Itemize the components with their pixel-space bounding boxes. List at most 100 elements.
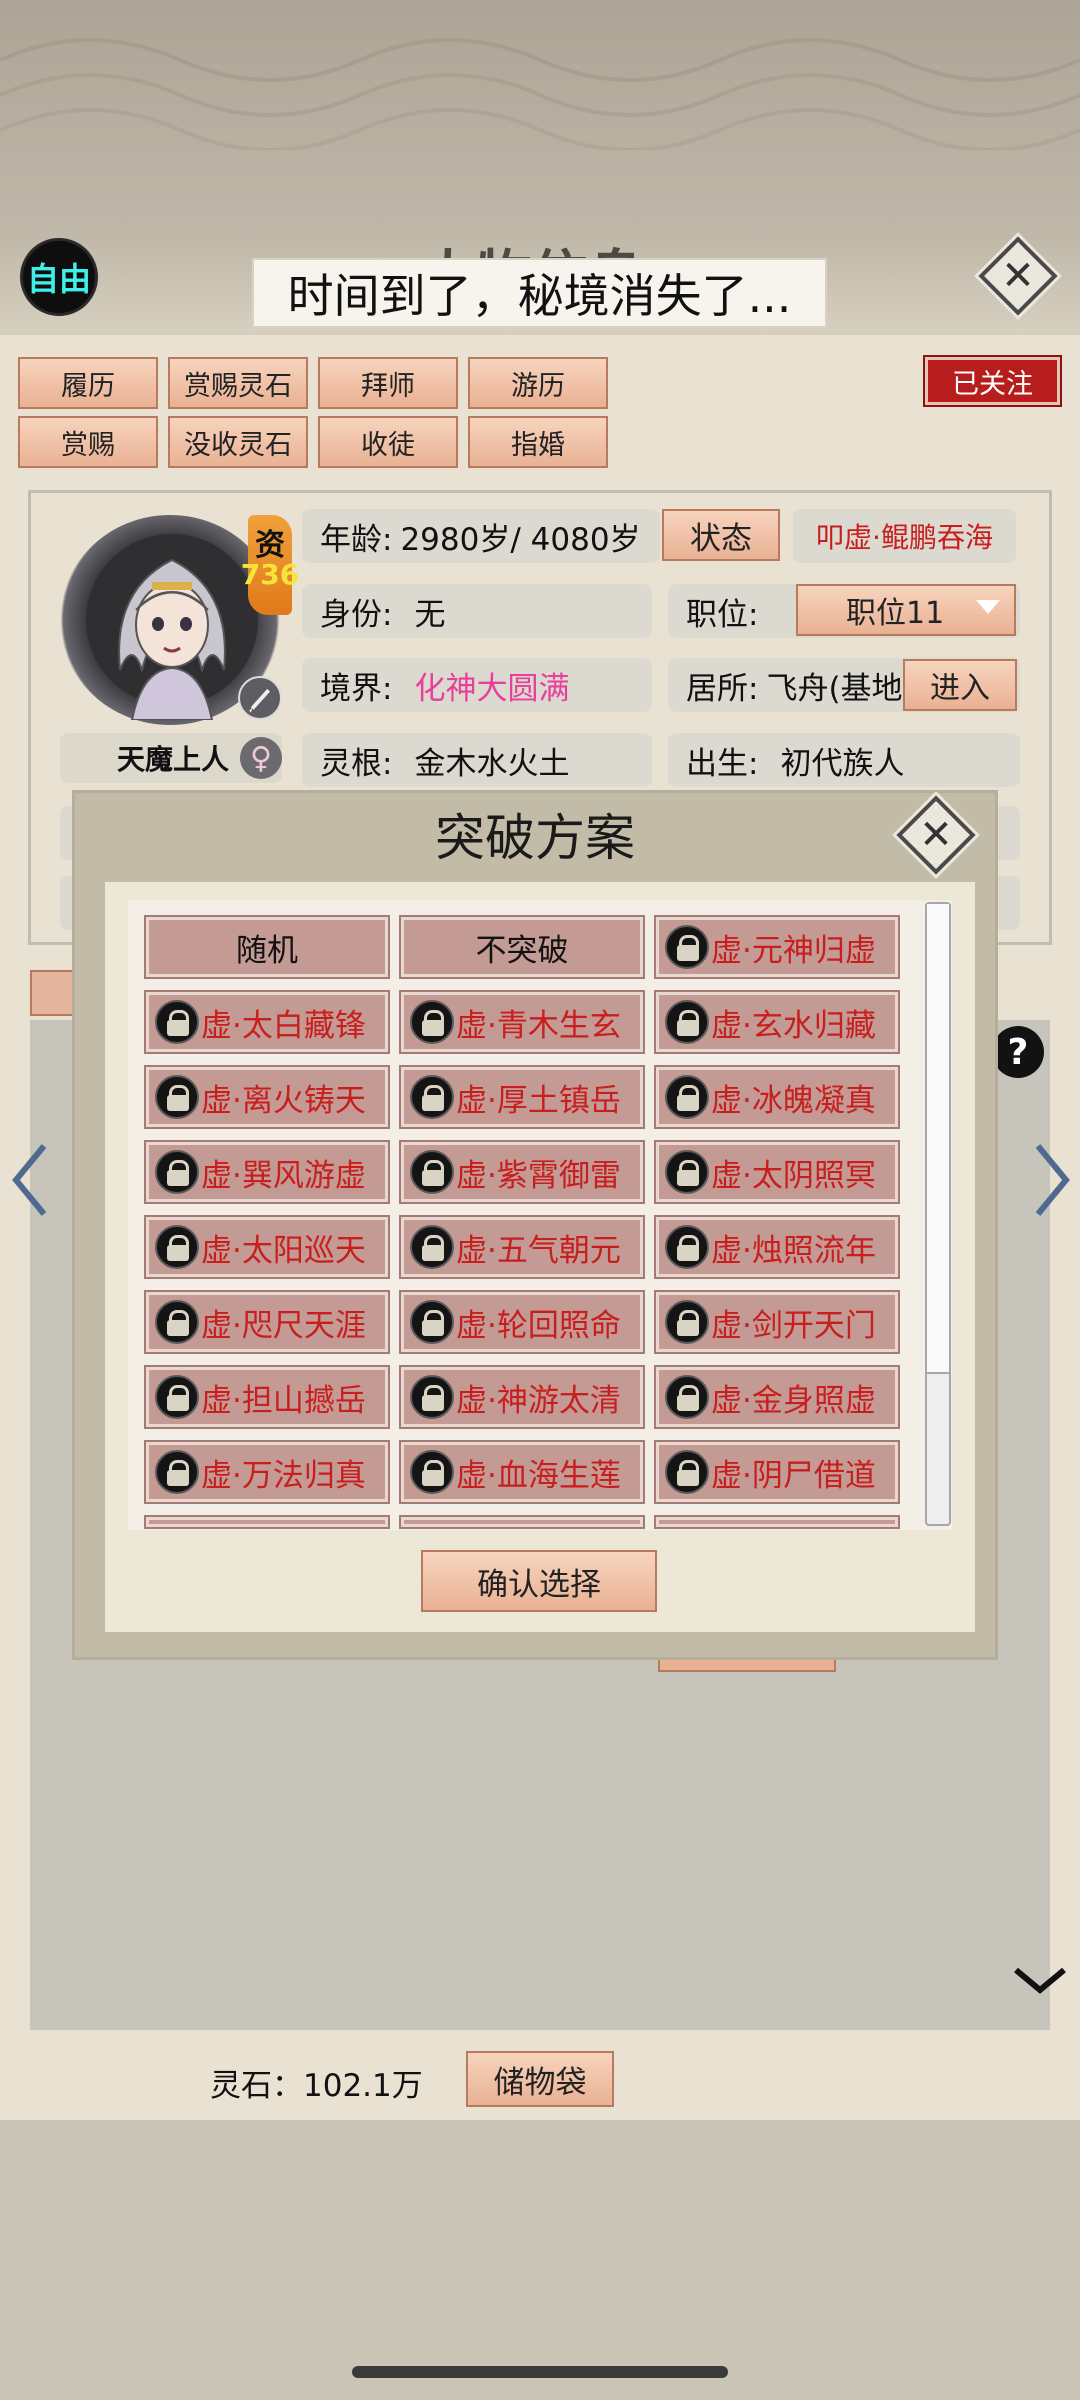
status-button[interactable]: 状态 [662,509,780,561]
breakthrough-option[interactable]: 虚·太阳巡天 [146,1217,388,1277]
residence-value: 飞舟(基地 [766,670,903,707]
breakthrough-option[interactable]: 虚·烛照流年 [656,1217,898,1277]
identity-label: 身份: [320,596,393,633]
breakthrough-option[interactable]: 虚·冰魄凝真 [656,1067,898,1127]
realm-field: 境界: 化神大圆满 [302,658,652,712]
breakthrough-option[interactable]: 虚·厚土镇岳 [401,1067,643,1127]
breakthrough-option[interactable]: 虚·离火铸天 [146,1067,388,1127]
lock-icon [665,925,709,969]
apprentice-button[interactable]: 拜师 [318,357,458,409]
age-field: 年龄: 2980岁/ 4080岁 [302,509,660,563]
breakthrough-option[interactable]: 虚·剑开天门 [656,1292,898,1352]
spirit-root-label: 灵根: [320,745,393,782]
spirit-root-field: 灵根: 金木水火土 [302,733,652,787]
option-label: 虚·巽风游虚 [201,1157,366,1194]
option-label: 虚·轮回照命 [456,1307,621,1344]
breakthrough-option[interactable]: 虚·五气朝元 [401,1217,643,1277]
option-label: 虚·太白藏锋 [201,1007,366,1044]
bow-tag[interactable]: 叩虚·鲲鹏吞海 [793,509,1016,563]
breakthrough-option[interactable]: 虚·紫霄御雷 [401,1142,643,1202]
option-label: 虚·元神归虚 [711,932,876,969]
position-label: 职位: [686,596,759,633]
spirit-stone-count: 灵石：102.1万 [210,2068,423,2104]
breakthrough-option[interactable]: 虚·元神归虚 [656,917,898,977]
breakthrough-option[interactable]: 虚·轮回照命 [401,1292,643,1352]
lock-icon [155,1225,199,1269]
arrange-marriage-button[interactable]: 指婚 [468,416,608,468]
confiscate-spirit-stone-button[interactable]: 没收灵石 [168,416,308,468]
option-label: 虚·太阴照冥 [711,1157,876,1194]
option-label: 虚·担山撼岳 [201,1382,366,1419]
lock-icon [155,1450,199,1494]
storage-bag-button[interactable]: 储物袋 [466,2051,614,2107]
breakthrough-option[interactable]: 虚·青木生玄 [401,992,643,1052]
close-modal-button[interactable]: ✕ [896,795,976,875]
lock-icon [410,1300,454,1344]
breakthrough-option-partial[interactable] [656,1517,898,1527]
reward-button[interactable]: 赏赐 [18,416,158,468]
arrow-left-icon[interactable] [8,1140,54,1220]
free-mode-badge[interactable]: 自由 [20,238,98,316]
character-title: 天魔上人 [116,743,229,776]
age-label: 年龄: [320,521,393,558]
option-label: 虚·青木生玄 [456,1007,621,1044]
lock-icon [665,1000,709,1044]
breakthrough-option[interactable]: 虚·神游太清 [401,1367,643,1427]
arrow-right-icon[interactable] [1028,1140,1074,1220]
lock-icon [665,1450,709,1494]
birth-value: 初代族人 [780,745,905,782]
close-page-button[interactable]: ✕ [978,236,1058,316]
aptitude-value: 736 [240,558,300,591]
breakthrough-option[interactable]: 虚·巽风游虚 [146,1142,388,1202]
lock-icon [665,1375,709,1419]
breakthrough-option[interactable]: 虚·血海生莲 [401,1442,643,1502]
breakthrough-option[interactable]: 虚·担山撼岳 [146,1367,388,1427]
breakthrough-option[interactable]: 虚·阴尸借道 [656,1442,898,1502]
identity-field: 身份: 无 [302,584,652,638]
enter-button[interactable]: 进入 [903,659,1017,711]
lock-icon [155,1075,199,1119]
option-label: 随机 [236,932,298,969]
option-label: 虚·血海生莲 [456,1457,621,1494]
option-label: 虚·剑开天门 [711,1307,876,1344]
breakthrough-option[interactable]: 虚·金身照虚 [656,1367,898,1427]
breakthrough-option[interactable]: 虚·咫尺天涯 [146,1292,388,1352]
breakthrough-option-partial[interactable] [146,1517,388,1527]
lock-icon [155,1000,199,1044]
breakthrough-option[interactable]: 虚·太阴照冥 [656,1142,898,1202]
option-label: 虚·离火铸天 [201,1082,366,1119]
lock-icon [410,1225,454,1269]
reward-spirit-stone-button[interactable]: 赏赐灵石 [168,357,308,409]
breakthrough-option[interactable]: 虚·万法归真 [146,1442,388,1502]
birth-label: 出生: [686,745,759,782]
lock-icon [410,1075,454,1119]
realm-value: 化神大圆满 [414,670,570,707]
lock-icon [410,1450,454,1494]
option-label: 虚·太阳巡天 [201,1232,366,1269]
brush-icon[interactable] [238,676,282,720]
home-indicator[interactable] [352,2366,728,2378]
option-label: 虚·玄水归藏 [711,1007,876,1044]
breakthrough-option[interactable]: 不突破 [401,917,643,977]
option-label: 虚·紫霄御雷 [456,1157,621,1194]
option-label: 虚·烛照流年 [711,1232,876,1269]
option-label: 虚·冰魄凝真 [711,1082,876,1119]
lock-icon [665,1150,709,1194]
breakthrough-option[interactable]: 虚·玄水归藏 [656,992,898,1052]
toast-message: 时间到了，秘境消失了... [252,258,827,328]
travel-button[interactable]: 游历 [468,357,608,409]
confirm-selection-button[interactable]: 确认选择 [421,1550,657,1612]
chevron-down-icon [976,600,1000,614]
breakthrough-option[interactable]: 虚·太白藏锋 [146,992,388,1052]
breakthrough-option-partial[interactable] [401,1517,643,1527]
followed-badge[interactable]: 已关注 [925,357,1060,405]
resume-button[interactable]: 履历 [18,357,158,409]
option-label: 不突破 [475,932,569,969]
lock-icon [410,1375,454,1419]
lock-icon [665,1075,709,1119]
scrollbar-thumb[interactable] [927,904,949,1374]
help-icon[interactable]: ? [992,1026,1044,1078]
chevron-down-icon[interactable] [1010,1960,1070,2000]
accept-disciple-button[interactable]: 收徒 [318,416,458,468]
breakthrough-option[interactable]: 随机 [146,917,388,977]
